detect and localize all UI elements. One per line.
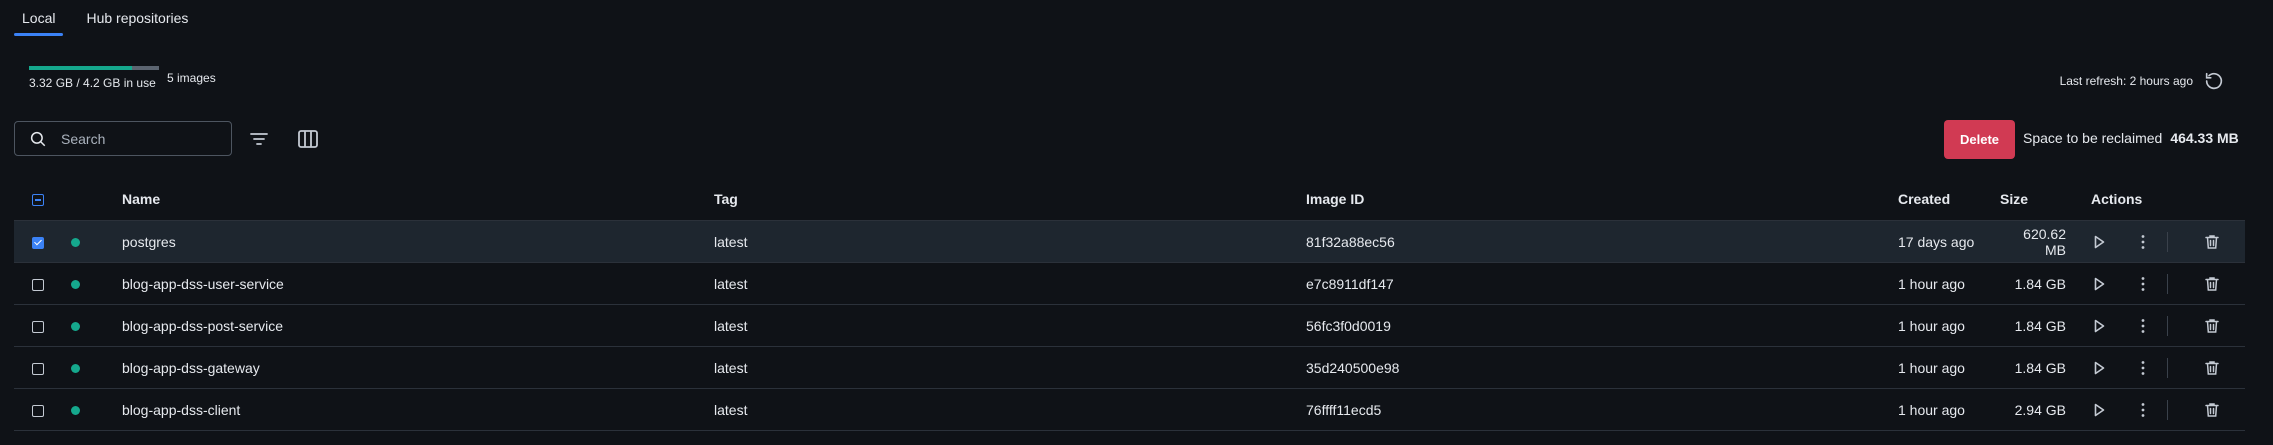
image-size: 1.84 GB [1999,346,2067,389]
image-created: 1 hour ago [1897,262,1999,305]
image-size: 2.94 GB [1999,388,2067,431]
space-to-be-reclaimed: Space to be reclaimed 464.33 MB [2023,130,2239,146]
select-all-checkbox[interactable] [32,194,44,207]
run-icon[interactable] [2089,232,2109,252]
row-actions [2067,304,2245,347]
delete-button[interactable]: Delete [1944,120,2015,159]
row-actions [2067,220,2245,263]
image-id: 35d240500e98 [1305,346,1897,389]
tab-hub-repositories[interactable]: Hub repositories [78,0,196,36]
image-id: e7c8911df147 [1305,262,1897,305]
image-tag: latest [713,346,1305,389]
in-use-status-dot [71,363,80,373]
actions-divider [2166,399,2168,420]
row-checkbox[interactable] [32,404,44,417]
table-row[interactable]: blog-app-dss-post-service latest 56fc3f0… [14,304,2245,347]
image-tag: latest [713,388,1305,431]
trash-icon[interactable] [2202,274,2222,294]
table-row[interactable]: blog-app-dss-user-service latest e7c8911… [14,262,2245,305]
image-id: 76ffff11ecd5 [1305,388,1897,431]
column-header-image-id[interactable]: Image ID [1305,178,1897,221]
last-refresh: Last refresh: 2 hours ago [2060,70,2225,92]
in-use-status-dot [71,321,80,331]
trash-icon[interactable] [2202,358,2222,378]
table-row[interactable]: blog-app-dss-client latest 76ffff11ecd5 … [14,388,2245,431]
table-header: Name Tag Image ID Created Size Actions [14,178,2245,221]
image-tag: latest [713,220,1305,263]
disk-usage-fill [29,66,132,70]
tab-local[interactable]: Local [14,0,64,36]
actions-divider [2166,315,2168,336]
run-icon[interactable] [2089,316,2109,336]
column-header-size[interactable]: Size [1999,178,2067,221]
reclaim-value: 464.33 MB [2170,130,2239,146]
search-input[interactable] [59,129,213,148]
more-options-icon[interactable] [2133,316,2153,336]
column-header-created[interactable]: Created [1897,178,1999,221]
search-box[interactable] [14,121,232,156]
trash-icon[interactable] [2202,400,2222,420]
actions-divider [2166,273,2168,294]
in-use-status-dot [71,279,80,289]
table-row[interactable]: blog-app-dss-gateway latest 35d240500e98… [14,346,2245,389]
image-created: 1 hour ago [1897,388,1999,431]
run-icon[interactable] [2089,400,2109,420]
filter-icon[interactable] [246,126,272,152]
run-icon[interactable] [2089,274,2109,294]
actions-divider [2166,231,2168,252]
more-options-icon[interactable] [2133,358,2153,378]
trash-icon[interactable] [2202,316,2222,336]
row-checkbox[interactable] [32,362,44,375]
in-use-status-dot [71,237,80,247]
image-name[interactable]: blog-app-dss-client [121,388,713,431]
columns-icon[interactable] [295,126,321,152]
reclaim-label: Space to be reclaimed [2023,130,2163,146]
row-checkbox[interactable] [32,236,44,249]
more-options-icon[interactable] [2133,232,2153,252]
more-options-icon[interactable] [2133,274,2153,294]
actions-divider [2166,357,2168,378]
image-name[interactable]: blog-app-dss-user-service [121,262,713,305]
disk-usage: 3.32 GB / 4.2 GB in use [29,66,159,90]
row-checkbox[interactable] [32,278,44,291]
row-actions [2067,346,2245,389]
search-icon [30,131,46,146]
run-icon[interactable] [2089,358,2109,378]
row-checkbox[interactable] [32,320,44,333]
trash-icon[interactable] [2202,232,2222,252]
row-actions [2067,262,2245,305]
disk-usage-bar [29,66,159,70]
image-name[interactable]: blog-app-dss-gateway [121,346,713,389]
last-refresh-text: Last refresh: 2 hours ago [2059,74,2193,88]
image-size: 1.84 GB [1999,304,2067,347]
image-created: 1 hour ago [1897,304,1999,347]
image-tag: latest [713,262,1305,305]
column-header-name[interactable]: Name [121,178,713,221]
image-name[interactable]: postgres [121,220,713,263]
disk-usage-text: 3.32 GB / 4.2 GB in use [29,76,156,90]
refresh-icon[interactable] [2203,70,2225,92]
row-actions [2067,388,2245,431]
table-row[interactable]: postgres latest 81f32a88ec56 17 days ago… [14,220,2245,263]
column-header-tag[interactable]: Tag [713,178,1305,221]
tab-bar: Local Hub repositories [14,0,211,36]
image-created: 1 hour ago [1897,346,1999,389]
images-count: 5 images [167,71,216,85]
images-table: Name Tag Image ID Created Size Actions p… [14,178,2245,431]
more-options-icon[interactable] [2133,400,2153,420]
column-header-actions: Actions [2091,191,2143,207]
image-tag: latest [713,304,1305,347]
image-name[interactable]: blog-app-dss-post-service [121,304,713,347]
image-size: 1.84 GB [1999,262,2067,305]
image-id: 56fc3f0d0019 [1305,304,1897,347]
image-created: 17 days ago [1897,220,1999,263]
in-use-status-dot [71,405,80,415]
image-size: 620.62 MB [1999,220,2067,263]
image-id: 81f32a88ec56 [1305,220,1897,263]
